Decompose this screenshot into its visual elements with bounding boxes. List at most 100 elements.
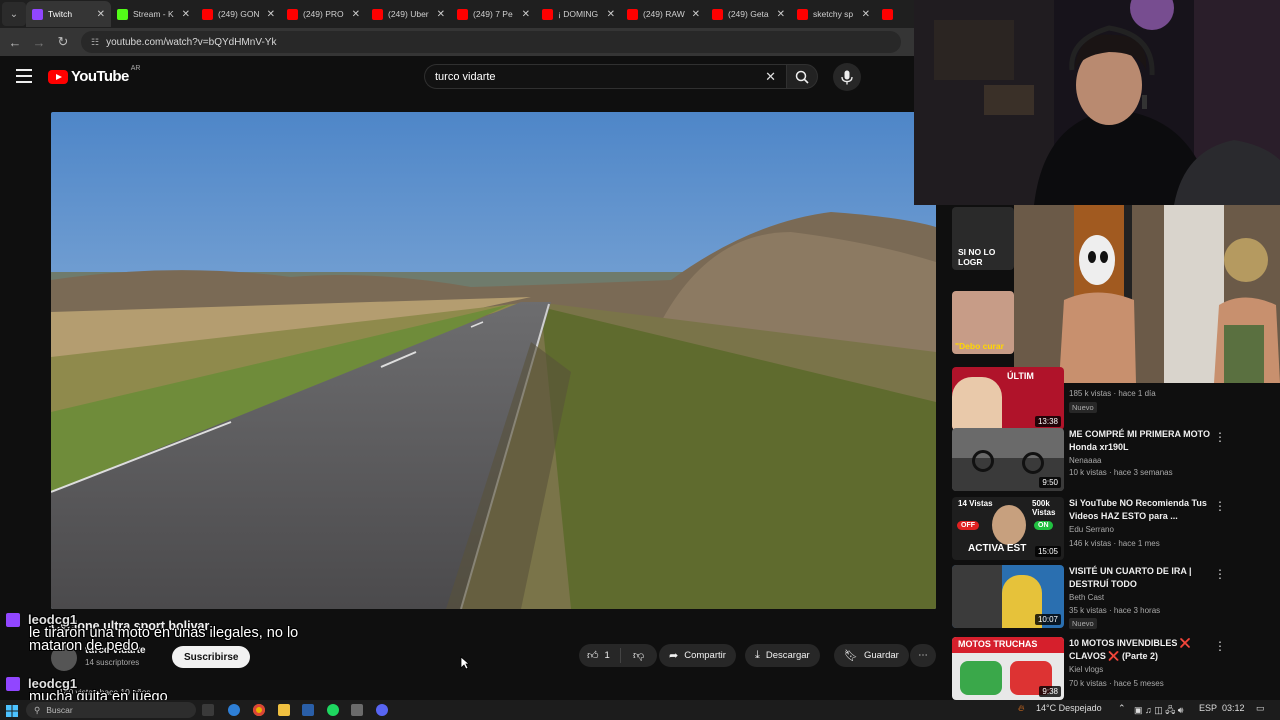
downloads-icon[interactable]	[351, 704, 363, 716]
edge-icon[interactable]	[228, 704, 240, 716]
file-explorer-icon[interactable]	[278, 704, 290, 716]
like-dislike-group: 👍︎ 1 👎︎	[579, 644, 657, 667]
browser-tab[interactable]: (249) Uber ✕	[366, 1, 451, 27]
browser-tab[interactable]: (249) RAW ✕	[621, 1, 706, 27]
kick-favicon-icon	[117, 8, 128, 20]
tab-search-button[interactable]: ⌄	[2, 2, 26, 26]
recommendation-item[interactable]: ÚLTIM 13:38 185 k vistas · hace 1 día Nu…	[952, 367, 1278, 431]
youtube-favicon-icon	[287, 8, 298, 20]
thumb-right-state: ON	[1034, 521, 1053, 530]
more-horizontal-icon: ⋯	[918, 650, 928, 661]
tab-title: (249) RAW	[643, 9, 685, 19]
video-player[interactable]	[51, 112, 936, 609]
clear-search-icon[interactable]: ✕	[765, 69, 776, 85]
discord-icon[interactable]	[376, 704, 388, 716]
address-bar[interactable]: ☷ youtube.com/watch?v=bQYdHMnV-Yk	[81, 31, 901, 53]
spotify-icon[interactable]	[327, 704, 339, 716]
screen: ⌄ Twitch ✕ Stream - K ✕ (249) GON ✕ (249…	[0, 0, 1280, 720]
menu-icon[interactable]	[16, 69, 32, 83]
site-info-icon[interactable]: ☷	[91, 37, 99, 48]
youtube-favicon-icon	[372, 8, 383, 20]
browser-tab[interactable]: (249) 7 Pe ✕	[451, 1, 536, 27]
twitch-icon	[6, 676, 20, 691]
notifications-icon[interactable]: ▭	[1256, 703, 1265, 714]
search-box[interactable]: ✕	[424, 64, 786, 89]
browser-tab[interactable]: ¡ DOMING ✕	[536, 1, 621, 27]
save-button[interactable]: 🔖︎ Guardar	[834, 644, 909, 667]
more-vertical-icon[interactable]: ⋮	[1214, 639, 1226, 653]
video-thumbnail[interactable]: 14 Vistas OFF 500k Vistas ON ACTIVA EST …	[952, 497, 1064, 560]
video-frame	[51, 112, 936, 609]
close-tab-icon[interactable]: ✕	[692, 9, 700, 20]
download-button[interactable]: ⤓ Descargar	[745, 644, 820, 667]
close-tab-icon[interactable]: ✕	[182, 9, 190, 20]
tab-title: Stream - K	[133, 9, 174, 19]
download-icon: ⤓	[755, 649, 760, 661]
video-thumbnail[interactable]: MOTOS TRUCHAS 9:38	[952, 637, 1064, 700]
reload-icon[interactable]: ↻	[51, 34, 75, 50]
tab-title: (249) GON	[218, 9, 260, 19]
close-tab-icon[interactable]: ✕	[437, 9, 445, 20]
youtube-logo[interactable]: YouTube AR	[48, 65, 141, 85]
close-tab-icon[interactable]: ✕	[862, 9, 870, 20]
task-view-icon[interactable]	[202, 704, 214, 716]
recommendation-item[interactable]: 9:50 ME COMPRÉ MI PRIMERA MOTO Honda xr1…	[952, 428, 1278, 492]
store-icon[interactable]	[302, 704, 314, 716]
clock[interactable]: 03:12	[1222, 703, 1245, 713]
chrome-icon[interactable]	[253, 704, 265, 716]
taskbar-search[interactable]: ⚲ Buscar	[26, 702, 196, 718]
thumb-right-views: 500k Vistas	[1032, 499, 1056, 517]
youtube-favicon-icon	[627, 8, 638, 20]
browser-tab[interactable]: (249) GON ✕	[196, 1, 281, 27]
microphone-icon	[841, 70, 853, 84]
windows-start-icon[interactable]	[6, 704, 18, 717]
video-thumbnail[interactable]: "Debo curar	[952, 291, 1014, 354]
more-vertical-icon[interactable]: ⋮	[1214, 567, 1226, 581]
tray-icons[interactable]: ▣ ♫ ◫ 🖧︎ 🔊︎	[1134, 703, 1183, 719]
more-vertical-icon[interactable]: ⋮	[1214, 430, 1226, 444]
more-actions-button[interactable]: ⋯	[910, 644, 936, 667]
search-button[interactable]	[786, 64, 818, 89]
close-tab-icon[interactable]: ✕	[522, 9, 530, 20]
browser-tab[interactable]: sketchy sp ✕	[791, 1, 876, 27]
chat-text: le tiraron una moto en unas ilegales, no…	[29, 625, 299, 654]
tray-overflow-icon[interactable]: ⌃	[1118, 703, 1126, 714]
video-thumbnail[interactable]: ÚLTIM 13:38	[952, 367, 1064, 430]
browser-tab[interactable]: HA	[876, 1, 904, 27]
browser-tab[interactable]: (249) Geta ✕	[706, 1, 791, 27]
forward-icon[interactable]: →	[27, 35, 51, 50]
close-tab-icon[interactable]: ✕	[607, 9, 615, 20]
dislike-button[interactable]: 👎︎	[621, 649, 650, 662]
close-tab-icon[interactable]: ✕	[97, 9, 105, 20]
country-code: AR	[130, 65, 141, 72]
close-tab-icon[interactable]: ✕	[352, 9, 360, 20]
like-button[interactable]: 👍︎ 1	[579, 648, 621, 663]
recommendation-item[interactable]: MOTOS TRUCHAS 9:38 10 MOTOS INVENDIBLES …	[952, 637, 1278, 700]
browser-toolbar: ← → ↻ ☷ youtube.com/watch?v=bQYdHMnV-Yk	[0, 28, 914, 56]
url-text: youtube.com/watch?v=bQYdHMnV-Yk	[106, 36, 277, 48]
channel-name: Kiel vlogs	[1069, 665, 1104, 674]
thumbs-up-icon: 👍︎	[587, 650, 599, 662]
back-icon[interactable]: ←	[3, 35, 27, 50]
browser-tab[interactable]: (249) PRO ✕	[281, 1, 366, 27]
thumbnail-text: "Debo curar	[955, 341, 1004, 351]
download-label: Descargar	[765, 650, 810, 661]
browser-tab[interactable]: Stream - K ✕	[111, 1, 196, 27]
video-thumbnail[interactable]: 10:07	[952, 565, 1064, 628]
recommendation-item[interactable]: 14 Vistas OFF 500k Vistas ON ACTIVA EST …	[952, 497, 1278, 561]
share-button[interactable]: ➦ Compartir	[659, 644, 736, 667]
close-tab-icon[interactable]: ✕	[267, 9, 275, 20]
youtube-header: YouTube AR ✕	[0, 56, 914, 100]
new-badge: Nuevo	[1069, 402, 1097, 413]
search-input[interactable]	[435, 70, 755, 83]
voice-search-button[interactable]	[833, 63, 861, 91]
close-tab-icon[interactable]: ✕	[777, 9, 785, 20]
weather-text[interactable]: 14°C Despejado	[1036, 703, 1102, 713]
more-vertical-icon[interactable]: ⋮	[1214, 499, 1226, 513]
twitch-favicon-icon	[32, 8, 43, 20]
recommendation-item[interactable]: 10:07 VISITÉ UN CUARTO DE IRA | DESTRUÍ …	[952, 565, 1278, 629]
language-indicator[interactable]: ESP	[1199, 703, 1217, 713]
browser-tab[interactable]: Twitch ✕	[26, 1, 111, 27]
video-thumbnail[interactable]: 9:50	[952, 428, 1064, 491]
video-thumbnail[interactable]: SI NO LO LOGR	[952, 207, 1014, 270]
